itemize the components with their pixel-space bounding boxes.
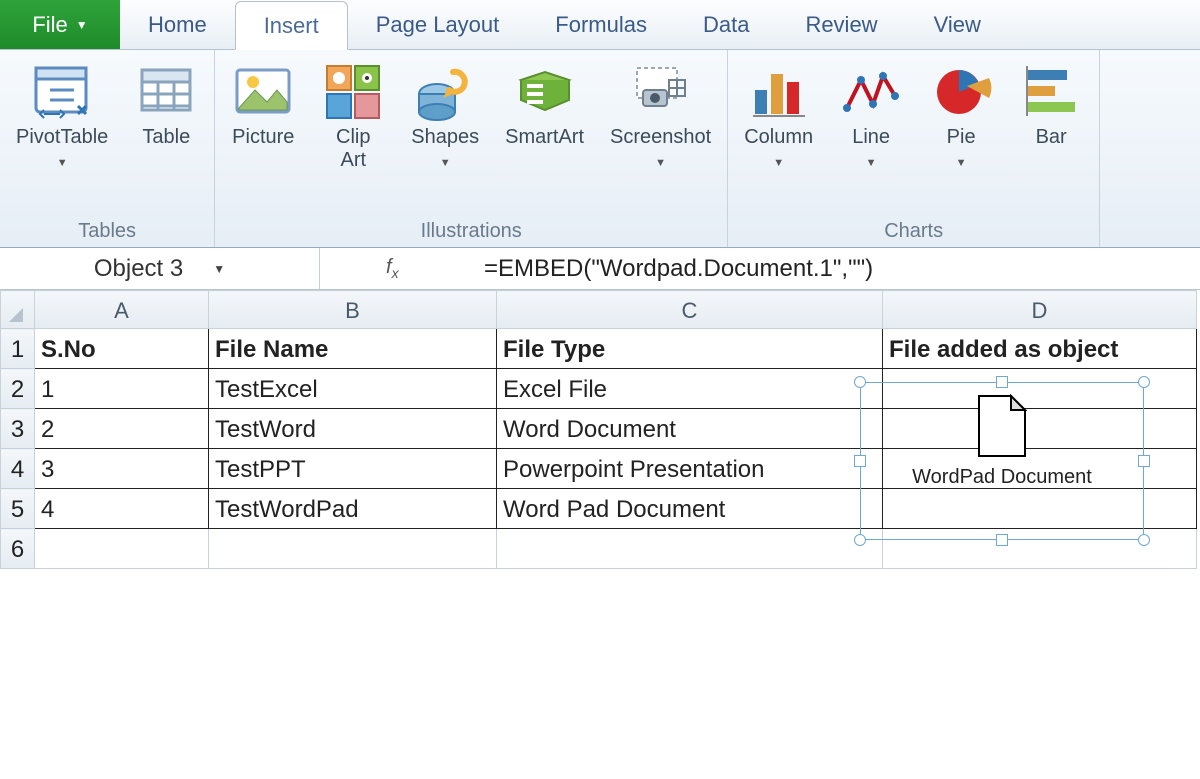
column-icon (747, 60, 811, 124)
ribbon-group-label: Illustrations (227, 218, 715, 247)
cell-B6[interactable] (209, 529, 497, 569)
column-header-C[interactable]: C (497, 291, 883, 329)
pivottable-label: PivotTable▼ (16, 126, 108, 172)
resize-handle-nw[interactable] (854, 376, 866, 388)
pie-button[interactable]: Pie▼ (925, 56, 997, 172)
ribbon-group-charts: Column▼ Line▼ Pie▼ Bar Charts (728, 50, 1100, 247)
cell-A3[interactable]: 2 (35, 409, 209, 449)
shapes-label: Shapes▼ (411, 126, 479, 172)
chevron-down-icon[interactable]: ▼ (213, 262, 225, 276)
pie-icon (929, 60, 993, 124)
row-header-6[interactable]: 6 (1, 529, 35, 569)
tab-home[interactable]: Home (120, 0, 235, 49)
screenshot-button[interactable]: Screenshot▼ (606, 56, 715, 172)
cell-C2[interactable]: Excel File (497, 369, 883, 409)
cell-B3[interactable]: TestWord (209, 409, 497, 449)
pie-label: Pie▼ (947, 126, 976, 172)
resize-handle-n[interactable] (996, 376, 1008, 388)
row-header-4[interactable]: 4 (1, 449, 35, 489)
bar-label: Bar (1036, 126, 1067, 149)
ribbon-group-tables: PivotTable▼ Table Tables (0, 50, 215, 247)
column-header-D[interactable]: D (883, 291, 1197, 329)
cell-C1[interactable]: File Type (497, 329, 883, 369)
line-button[interactable]: Line▼ (835, 56, 907, 172)
column-button[interactable]: Column▼ (740, 56, 817, 172)
fx-icon[interactable]: fx (386, 256, 399, 281)
embedded-object[interactable]: WordPad Document (854, 376, 1150, 546)
line-label: Line▼ (852, 126, 890, 172)
column-header-B[interactable]: B (209, 291, 497, 329)
file-tab[interactable]: File ▼ (0, 0, 120, 49)
smartart-label: SmartArt (505, 126, 584, 149)
cell-A5[interactable]: 4 (35, 489, 209, 529)
shapes-icon (413, 60, 477, 124)
bar-icon (1019, 60, 1083, 124)
tab-formulas[interactable]: Formulas (527, 0, 675, 49)
row-header-2[interactable]: 2 (1, 369, 35, 409)
formula-bar: Object 3 ▼ ✕ fx =EMBED("Wordpad.Document… (0, 248, 1200, 290)
embedded-object-label: WordPad Document (854, 466, 1150, 489)
pivottable-icon (30, 60, 94, 124)
clipart-button[interactable]: ClipArt (317, 56, 389, 172)
tab-review[interactable]: Review (777, 0, 905, 49)
row-header-1[interactable]: 1 (1, 329, 35, 369)
table-label: Table (142, 126, 190, 149)
tab-view[interactable]: View (906, 0, 1009, 49)
column-header-A[interactable]: A (35, 291, 209, 329)
resize-handle-ne[interactable] (1138, 376, 1150, 388)
cell-A6[interactable] (35, 529, 209, 569)
ribbon-group-illustrations: Picture ClipArt Shapes▼ SmartArt Screenshot▼… (215, 50, 728, 247)
tab-insert[interactable]: Insert (235, 1, 348, 50)
screenshot-label: Screenshot▼ (610, 126, 711, 172)
clipart-label: ClipArt (336, 126, 370, 172)
column-label: Column▼ (744, 126, 813, 172)
table-button[interactable]: Table (130, 56, 202, 149)
cell-C5[interactable]: Word Pad Document (497, 489, 883, 529)
cell-B4[interactable]: TestPPT (209, 449, 497, 489)
cell-C6[interactable] (497, 529, 883, 569)
worksheet-grid[interactable]: ABCD 1S.NoFile NameFile TypeFile added as… (0, 290, 1200, 569)
screenshot-icon (629, 60, 693, 124)
cell-A4[interactable]: 3 (35, 449, 209, 489)
cell-C3[interactable]: Word Document (497, 409, 883, 449)
cell-B2[interactable]: TestExcel (209, 369, 497, 409)
smartart-icon (513, 60, 577, 124)
ribbon-tab-row: File ▼ HomeInsertPage LayoutFormulasData… (0, 0, 1200, 50)
picture-button[interactable]: Picture (227, 56, 299, 149)
select-all-corner[interactable] (1, 291, 35, 329)
cell-D1[interactable]: File added as object (883, 329, 1197, 369)
cell-A2[interactable]: 1 (35, 369, 209, 409)
ribbon-group-label: Tables (12, 218, 202, 247)
formula-bar-buttons: ✕ fx (320, 248, 470, 289)
name-box[interactable]: Object 3 ▼ (0, 248, 320, 289)
cell-B1[interactable]: File Name (209, 329, 497, 369)
smartart-button[interactable]: SmartArt (501, 56, 588, 149)
clipart-icon (321, 60, 385, 124)
line-icon (839, 60, 903, 124)
table-icon (134, 60, 198, 124)
resize-handle-s[interactable] (996, 534, 1008, 546)
bar-button[interactable]: Bar (1015, 56, 1087, 149)
shapes-button[interactable]: Shapes▼ (407, 56, 483, 172)
picture-label: Picture (232, 126, 294, 149)
resize-handle-se[interactable] (1138, 534, 1150, 546)
cell-C4[interactable]: Powerpoint Presentation (497, 449, 883, 489)
file-tab-label: File (32, 12, 67, 38)
ribbon-group-label: Charts (740, 218, 1087, 247)
name-box-value: Object 3 (94, 255, 183, 283)
row-header-5[interactable]: 5 (1, 489, 35, 529)
cell-B5[interactable]: TestWordPad (209, 489, 497, 529)
picture-icon (231, 60, 295, 124)
cell-A1[interactable]: S.No (35, 329, 209, 369)
resize-handle-sw[interactable] (854, 534, 866, 546)
pivottable-button[interactable]: PivotTable▼ (12, 56, 112, 172)
row-header-3[interactable]: 3 (1, 409, 35, 449)
chevron-down-icon: ▼ (76, 18, 88, 32)
formula-input[interactable]: =EMBED("Wordpad.Document.1","") (470, 255, 1200, 283)
tab-page-layout[interactable]: Page Layout (348, 0, 528, 49)
tab-data[interactable]: Data (675, 0, 777, 49)
ribbon: PivotTable▼ Table Tables Picture ClipArt Shap… (0, 50, 1200, 248)
formula-text: =EMBED("Wordpad.Document.1","") (484, 255, 873, 282)
document-icon (975, 394, 1029, 464)
